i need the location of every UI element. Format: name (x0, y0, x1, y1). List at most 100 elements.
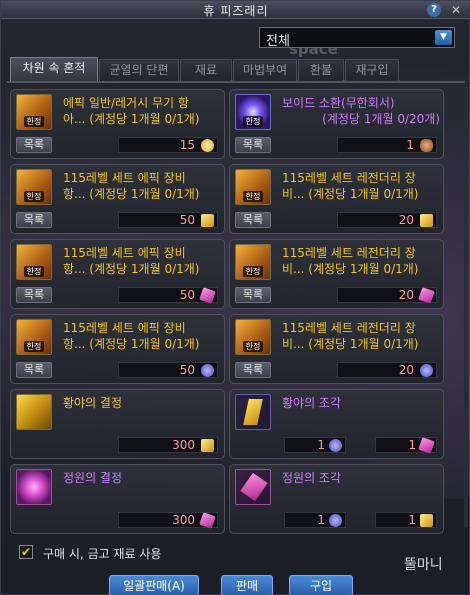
shop-window: space 휴 피즈래리 ? ✕ 전체 ▼ 차원 속 혼적 균열의 단편 재료 … (0, 0, 470, 595)
blue-orb-icon (420, 364, 433, 377)
pink-shard-icon (199, 512, 216, 529)
tab-divider (7, 81, 465, 83)
pink-shard-icon (418, 287, 435, 304)
limited-tag: 한정 (243, 266, 263, 277)
tab-bar: 차원 속 혼적 균열의 단편 재료 마법부여 환불 재구입 (10, 57, 465, 81)
shop-item[interactable]: 한정 115레벨 세트 에픽 장비 항... (계정당 1개월 0/1개) 목록 … (10, 314, 225, 384)
chest-icon: 한정 (235, 169, 271, 205)
blue-orb-icon (329, 439, 342, 452)
list-button[interactable]: 목록 (16, 212, 52, 228)
tab-rebuy[interactable]: 재구입 (345, 59, 399, 81)
scrollbar[interactable] (464, 87, 468, 527)
limited-tag: 한정 (24, 341, 44, 352)
item-name: 115레벨 세트 에픽 장비 항... (계정당 1개월 0/1개) (63, 171, 200, 201)
item-name: 115레벨 세트 레전더리 장 비... (계정당 1개월 0/1개) (282, 171, 419, 201)
shop-item[interactable]: 한정 115레벨 세트 레전더리 장 비... (계정당 1개월 0/1개) 목록… (229, 239, 444, 309)
item-name: 115레벨 세트 레전더리 장 비... (계정당 1개월 0/1개) (282, 321, 419, 351)
shop-item[interactable]: 한정 115레벨 세트 레전더리 장 비... (계정당 1개월 0/1개) 목록… (229, 314, 444, 384)
bag-icon (420, 139, 433, 152)
pink-shard-icon (418, 437, 435, 454)
shop-item[interactable]: 한정 115레벨 세트 에픽 장비 항... (계정당 1개월 0/1개) 목록 … (10, 239, 225, 309)
filter-value: 전체 (266, 34, 290, 49)
chest-icon: 한정 (16, 244, 52, 280)
tab-material[interactable]: 재료 (180, 59, 232, 81)
item-price-b: 1 (375, 512, 437, 528)
chest-icon: 한정 (16, 319, 52, 355)
item-price: 50 (118, 362, 218, 378)
list-button[interactable]: 목록 (16, 362, 52, 378)
list-button[interactable]: 목록 (235, 287, 271, 303)
item-name: 115레벨 세트 에픽 장비 항... (계정당 1개월 0/1개) (63, 321, 200, 351)
shop-item[interactable]: 정원의 조각 1 1 (229, 464, 444, 534)
limited-tag: 한정 (24, 191, 44, 202)
item-price: 300 (118, 512, 218, 529)
limited-tag: 한정 (243, 116, 263, 127)
orb-icon (201, 139, 214, 152)
list-button[interactable]: 목록 (235, 137, 271, 153)
shop-item[interactable]: 황야의 결정 300 (10, 389, 225, 459)
list-button[interactable]: 목록 (235, 212, 271, 228)
item-price: 20 (337, 212, 437, 228)
chevron-down-icon[interactable]: ▼ (435, 30, 452, 45)
item-price: 15 (118, 137, 218, 153)
shop-item[interactable]: 정원의 결정 300 (10, 464, 225, 534)
shop-item[interactable]: 황야의 조각 1 1 (229, 389, 444, 459)
title-bar[interactable]: 휴 피즈래리 ? ✕ (1, 1, 470, 19)
shop-item[interactable]: 한정 보이드 소환(무한회서) (계정당 1개월 0/20개) 목록 1 (229, 89, 444, 159)
item-price: 50 (118, 287, 218, 304)
item-name: 보이드 소환(무한회서) (계정당 1개월 0/20개) (282, 96, 440, 126)
shop-item[interactable]: 한정 115레벨 세트 에픽 장비 항... (계정당 1개월 0/1개) 목록 … (10, 164, 225, 234)
chest-icon: 한정 (235, 319, 271, 355)
pink-shard-item-icon (235, 469, 271, 505)
sell-button[interactable]: 판매 (221, 575, 273, 595)
item-price-a: 1 (284, 437, 346, 453)
tab-enchant[interactable]: 마법부여 (233, 59, 297, 81)
yellow-crystal-icon (16, 394, 52, 430)
tab-fragment[interactable]: 균열의 단편 (99, 59, 179, 81)
item-name: 정원의 결정 (63, 471, 123, 485)
item-price: 50 (118, 212, 218, 228)
item-price: 20 (337, 362, 437, 378)
vault-material-checkbox[interactable]: ✔ (19, 545, 33, 559)
shop-item[interactable]: 한정 115레벨 세트 레전더리 장 비... (계정당 1개월 0/1개) 목록… (229, 164, 444, 234)
tab-refund[interactable]: 환불 (298, 59, 344, 81)
chest-icon: 한정 (16, 94, 52, 130)
yellow-shard-icon (201, 439, 214, 452)
blue-orb-icon (201, 364, 214, 377)
close-icon[interactable]: ✕ (448, 3, 464, 17)
limited-tag: 한정 (243, 341, 263, 352)
pink-shard-icon (199, 287, 216, 304)
item-price-b: 1 (375, 437, 437, 454)
item-name: 황야의 조각 (282, 396, 342, 410)
limited-tag: 한정 (243, 191, 263, 202)
item-price: 300 (118, 437, 218, 453)
item-price-a: 1 (284, 512, 346, 528)
watermark: 뚤마니 (404, 557, 443, 573)
limited-tag: 한정 (24, 266, 44, 277)
pink-gem-icon (16, 469, 52, 505)
yellow-shard-item-icon (235, 394, 271, 430)
filter-dropdown[interactable]: 전체 ▼ (259, 27, 455, 49)
blue-orb-icon (329, 514, 342, 527)
list-button[interactable]: 목록 (235, 362, 271, 378)
yellow-shard-icon (420, 514, 433, 527)
item-name: 에픽 일반/레거시 무기 항 아... (계정당 1개월 0/1개) (63, 96, 200, 126)
chest-icon: 한정 (235, 244, 271, 280)
limited-tag: 한정 (24, 116, 44, 127)
list-button[interactable]: 목록 (16, 287, 52, 303)
buy-button[interactable]: 구입 (289, 575, 353, 595)
list-button[interactable]: 목록 (16, 137, 52, 153)
item-price: 20 (337, 287, 437, 304)
help-icon[interactable]: ? (427, 3, 441, 17)
chest-icon: 한정 (16, 169, 52, 205)
item-name: 황야의 결정 (63, 396, 123, 410)
vault-material-label: 구매 시, 금고 재료 사용 (43, 547, 162, 561)
yellow-shard-icon (201, 214, 214, 227)
tab-dimension[interactable]: 차원 속 혼적 (10, 57, 98, 81)
item-name: 115레벨 세트 에픽 장비 항... (계정당 1개월 0/1개) (63, 246, 200, 276)
void-orb-icon: 한정 (235, 94, 271, 130)
bulk-sell-button[interactable]: 일괄판매(A) (109, 575, 199, 595)
yellow-shard-icon (420, 214, 433, 227)
shop-item[interactable]: 한정 에픽 일반/레거시 무기 항 아... (계정당 1개월 0/1개) 목록 … (10, 89, 225, 159)
item-price: 1 (337, 137, 437, 153)
